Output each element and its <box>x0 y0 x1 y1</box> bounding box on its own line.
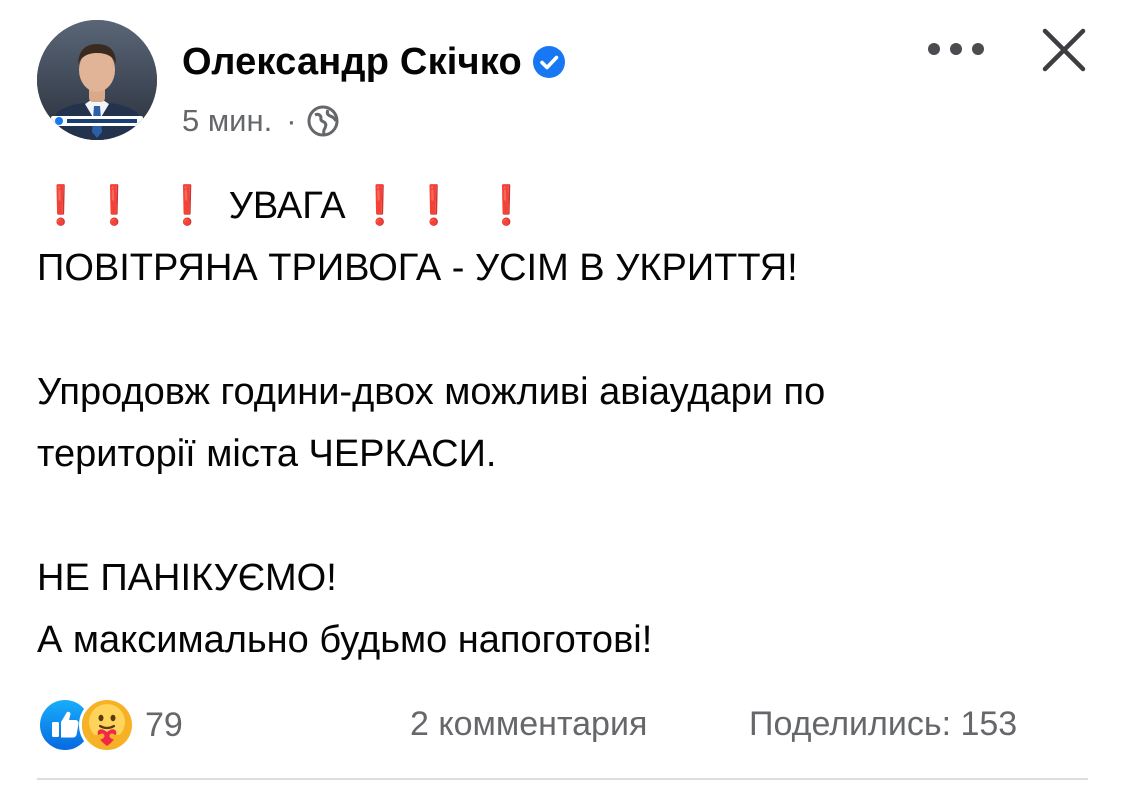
exclamation-icon: ❗ <box>356 185 404 227</box>
exclamation-icon: ❗ <box>163 185 211 227</box>
alert-word: УВАГА <box>228 185 346 227</box>
footer-divider <box>37 778 1088 780</box>
reaction-count: 79 <box>145 705 183 744</box>
avatar-photo <box>37 20 157 140</box>
globe-icon <box>306 104 340 138</box>
verified-badge-icon <box>532 45 566 79</box>
author-avatar[interactable] <box>37 20 157 140</box>
reactions-summary[interactable]: 79 <box>37 697 183 753</box>
exclamation-icon: ❗ <box>37 185 85 227</box>
comments-count-link[interactable]: 2 комментария <box>410 700 647 748</box>
close-button[interactable] <box>1038 24 1090 76</box>
author-name[interactable]: Олександр Скічко <box>182 41 522 84</box>
more-dot-icon <box>928 43 940 55</box>
post-line: території міста ЧЕРКАСИ. <box>37 433 497 475</box>
more-dot-icon <box>950 43 962 55</box>
alert-line: ❗ ❗ ❗ УВАГА ❗ ❗ ❗ <box>37 175 1097 237</box>
post-line: ПОВІТРЯНА ТРИВОГА - УСІМ В УКРИТТЯ! <box>37 247 798 289</box>
exclamation-icon: ❗ <box>410 185 458 227</box>
close-icon <box>1042 28 1086 72</box>
more-dot-icon <box>972 43 984 55</box>
post-meta: 5 мин. · <box>182 99 340 143</box>
post-time[interactable]: 5 мин. <box>182 103 272 139</box>
more-options-button[interactable] <box>928 32 984 66</box>
post-line: А максимально будьмо напоготові! <box>37 619 653 661</box>
post-author-row: Олександр Скічко <box>182 36 566 88</box>
post-line: Упродовж години-двох можливі авіаудари п… <box>37 371 826 413</box>
post-line: НЕ ПАНІКУЄМО! <box>37 557 337 599</box>
post-body: ❗ ❗ ❗ УВАГА ❗ ❗ ❗ ПОВІТРЯНА ТРИВОГА - УС… <box>37 175 1097 671</box>
exclamation-icon: ❗ <box>482 185 530 227</box>
exclamation-icon: ❗ <box>90 185 139 227</box>
shares-count-link[interactable]: Поделились: 153 <box>749 700 1017 748</box>
meta-separator: · <box>286 103 297 138</box>
care-icon <box>79 697 135 753</box>
